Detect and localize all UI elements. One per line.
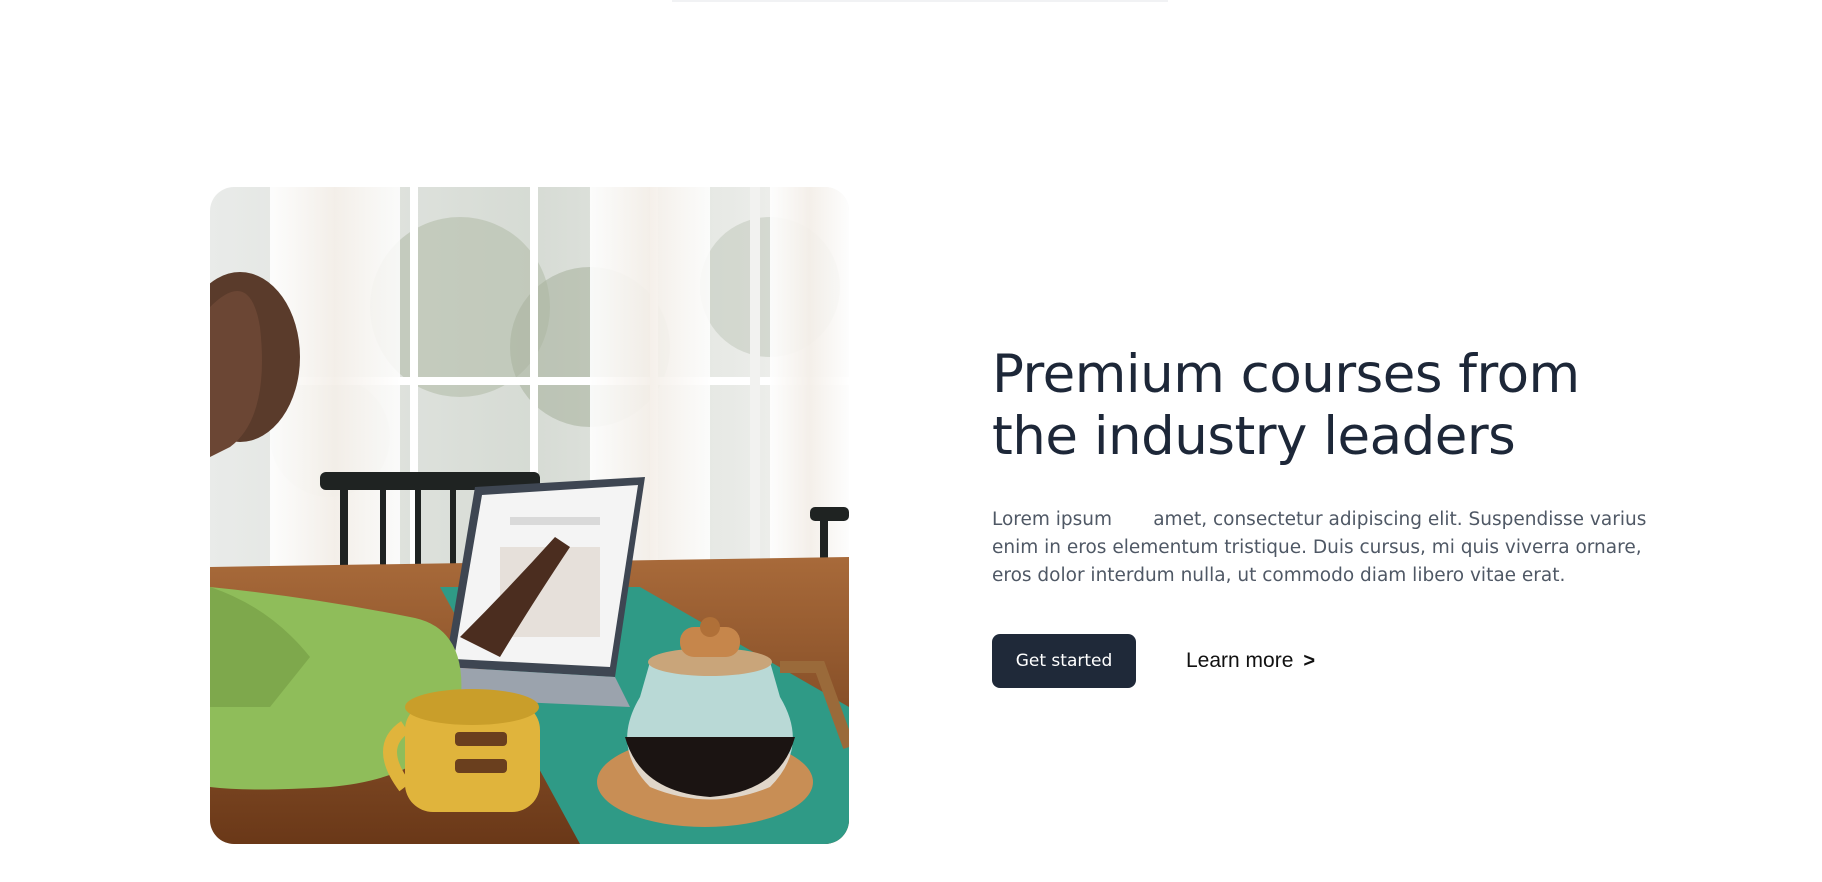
chevron-right-icon: > xyxy=(1303,649,1316,672)
hero-description: Lorem ipsum amet, consectetur adipiscing… xyxy=(992,509,1647,586)
get-started-button[interactable]: Get started xyxy=(992,634,1136,688)
learn-more-link[interactable]: Learn more > xyxy=(1186,649,1315,673)
page: Premium courses from the industry leader… xyxy=(0,0,1822,882)
hero-actions: Get started Learn more > xyxy=(992,634,1642,688)
hero-headline: Premium courses from the industry leader… xyxy=(992,344,1580,467)
top-divider xyxy=(672,0,1168,2)
learn-more-label: Learn more xyxy=(1186,649,1294,672)
hero-content: Premium courses from the industry leader… xyxy=(992,344,1646,688)
hero-image xyxy=(210,187,849,844)
